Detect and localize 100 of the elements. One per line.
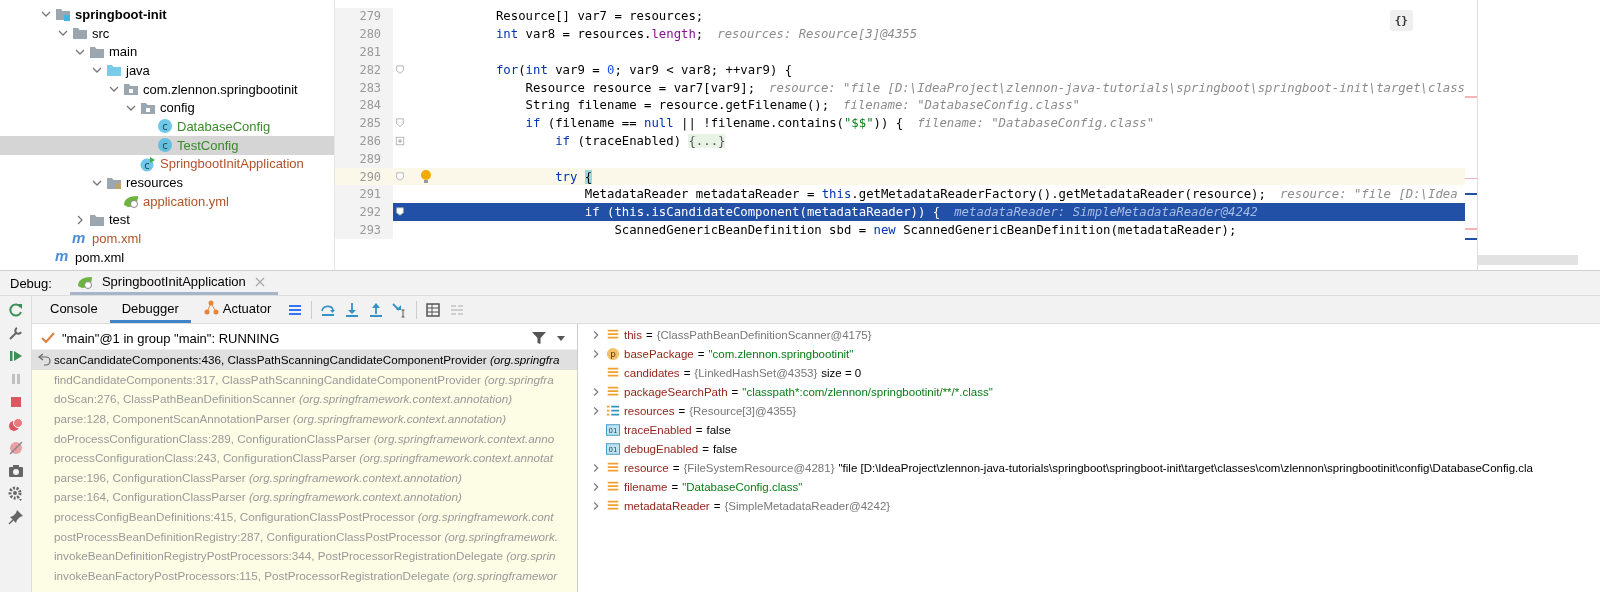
variable-value: {FileSystemResource@4281} — [683, 461, 835, 474]
scrollbar[interactable] — [1478, 255, 1578, 265]
tree-item[interactable]: main — [0, 42, 335, 62]
tree-item[interactable]: c TestConfig — [0, 135, 335, 155]
class-icon: c — [157, 118, 173, 135]
wrench-icon[interactable] — [7, 325, 24, 341]
line-number: 292 — [335, 203, 394, 222]
variable-value: "DatabaseConfig.class" — [682, 480, 803, 493]
tree-item[interactable]: src — [0, 23, 335, 43]
item-label: pom.xml — [92, 231, 142, 247]
step-out-icon[interactable] — [368, 301, 385, 318]
expand-icon[interactable] — [395, 135, 406, 146]
tab[interactable]: Actuator — [190, 296, 284, 323]
equals-sign: = — [645, 328, 653, 341]
tree-item[interactable]: m pom.xml — [0, 247, 335, 267]
item-label: com.zlennon.springbootinit — [143, 81, 298, 97]
folder-icon — [106, 62, 122, 79]
tree-item[interactable]: springboot-init — [0, 5, 335, 24]
variable-name: resource — [624, 461, 669, 474]
variable-name: this — [624, 328, 642, 341]
tree-item[interactable]: config — [0, 98, 335, 118]
code-line: if (this.isCandidateComponent(metadataReader)) { metadataReader: SimpleMetadataReader@4242 — [583, 204, 1258, 222]
equals-sign: = — [671, 480, 679, 493]
error-marker[interactable] — [1465, 228, 1477, 230]
variable-value: {SimpleMetadataReader@4242} — [724, 499, 891, 512]
code-line: int var8 = resources.length; resources: Resource[3]@4355 — [494, 26, 918, 44]
equals-sign: = — [695, 423, 703, 436]
table-icon[interactable] — [425, 301, 442, 318]
tab[interactable]: Console — [38, 296, 110, 323]
item-label: pom.xml — [75, 249, 125, 265]
equals-sign: = — [697, 347, 705, 360]
tree-item[interactable]: application.yml — [0, 191, 335, 211]
class-icon: c — [157, 137, 173, 154]
line-number: 291 — [335, 185, 394, 204]
stack-frame[interactable]: scanCandidateComponents:436, ClassPathScanningCandidateComponentProvider (org.springfra — [32, 350, 577, 370]
leaf-icon — [123, 193, 139, 210]
equals-sign: = — [713, 499, 721, 512]
code-line: if (traceEnabled) {...} — [554, 132, 726, 150]
tree-item[interactable]: com.zlennon.springbootinit — [0, 79, 335, 99]
frame-text: postProcessBeanDefinitionRegistry:287, ConfigurationClassPostProcessor (org.springframework. — [54, 529, 559, 543]
thread-selector[interactable]: "main"@1 in group "main": RUNNING — [62, 330, 525, 346]
format-button[interactable]: {} — [1389, 10, 1413, 31]
frame-text: parse:164, ConfigurationClassParser (org.springframework.context.annotation) — [54, 490, 462, 504]
equals-sign: = — [683, 366, 691, 379]
actuator-icon — [202, 300, 219, 316]
item-label: java — [126, 62, 150, 78]
tree-item[interactable]: test — [0, 210, 335, 230]
field-icon — [606, 479, 620, 494]
step-into-icon[interactable] — [344, 301, 361, 318]
code-line: String filename = resource.getFilename(); filename: "DatabaseConfig.class" — [524, 97, 1081, 115]
variable-name: candidates — [624, 366, 680, 379]
error-marker[interactable] — [1465, 96, 1477, 98]
tree-item[interactable]: m pom.xml — [0, 229, 335, 248]
settings-icon[interactable] — [7, 486, 24, 502]
breakpoints-icon[interactable] — [7, 417, 24, 433]
array-icon — [606, 403, 620, 418]
fold-icon[interactable] — [395, 207, 406, 218]
lightbulb-icon[interactable] — [419, 168, 434, 185]
equals-sign: = — [678, 404, 686, 417]
caret-marker[interactable] — [1465, 238, 1477, 240]
frame-text: parse:196, ConfigurationClassParser (org.springframework.context.annotation) — [54, 470, 462, 484]
variable-value: {Resource[3]@4355} — [689, 404, 797, 417]
variable-value: {ClassPathBeanDefinitionScanner@4175} — [656, 328, 872, 341]
rerun-icon[interactable] — [7, 302, 24, 318]
tree-item[interactable]: resources — [0, 173, 335, 192]
tree-item[interactable]: c SpringbootInitApplication — [0, 154, 335, 174]
line-number: 285 — [335, 114, 394, 133]
item-label: test — [109, 212, 130, 228]
tree-item[interactable]: c DatabaseConfig — [0, 117, 335, 136]
frame-text: invokeBeanFactoryPostProcessors:115, PostProcessorRegistrationDelegate (org.springframewor — [54, 568, 558, 582]
variable-name: debugEnabled — [624, 442, 699, 455]
resume-icon[interactable] — [7, 348, 24, 364]
error-marker[interactable] — [1465, 178, 1477, 179]
camera-icon[interactable] — [7, 463, 24, 479]
variable-value: false — [712, 442, 738, 455]
frame-text: scanCandidateComponents:436, ClassPathScanningCandidateComponentProvider (org.springfra — [54, 353, 560, 367]
mute-breakpoints-icon[interactable] — [7, 440, 24, 456]
pin-icon[interactable] — [7, 509, 24, 525]
equals-sign: = — [702, 442, 709, 455]
tree-item[interactable]: java — [0, 61, 335, 80]
caret-marker[interactable] — [1465, 193, 1477, 195]
session-tab[interactable]: SpringbootInitApplication — [69, 271, 278, 295]
value-detail: "file [D:\IdeaProject\zlennon-java-tutorials\springboot\springboot-init\target\classes\com\zlennon\springbootinit\config\DatabaseConfig.cla — [838, 461, 1533, 474]
variable-name: metadataReader — [624, 499, 710, 512]
frame-text: processConfigurationClass:243, ConfigurationClassParser (org.springframework.context.annotat — [54, 451, 553, 465]
code-line: if (filename == null || !filename.contains("$$")) { filename: "DatabaseConfig.class" — [524, 115, 1155, 133]
variable-name: traceEnabled — [624, 423, 692, 436]
line-number: 286 — [335, 132, 394, 150]
frame-text: invokeBeanDefinitionRegistryPostProcessors:344, PostProcessorRegistrationDelegate (org.sprin — [54, 549, 556, 563]
value-detail: size = 0 — [821, 366, 862, 379]
maven-icon: m — [55, 249, 71, 266]
package-icon — [123, 81, 139, 98]
item-label: application.yml — [143, 193, 229, 209]
frame-text: processConfigBeanDefinitions:415, ConfigurationClassPostProcessor (org.springframework.cont — [54, 510, 554, 524]
line-number: 284 — [335, 96, 394, 115]
filter-icon[interactable] — [531, 330, 547, 346]
code-line: for(int var9 = 0; var9 < var8; ++var9) { — [494, 61, 793, 79]
variable-name: packageSearchPath — [624, 385, 728, 398]
check-icon — [40, 330, 56, 346]
item-label: config — [160, 100, 195, 116]
